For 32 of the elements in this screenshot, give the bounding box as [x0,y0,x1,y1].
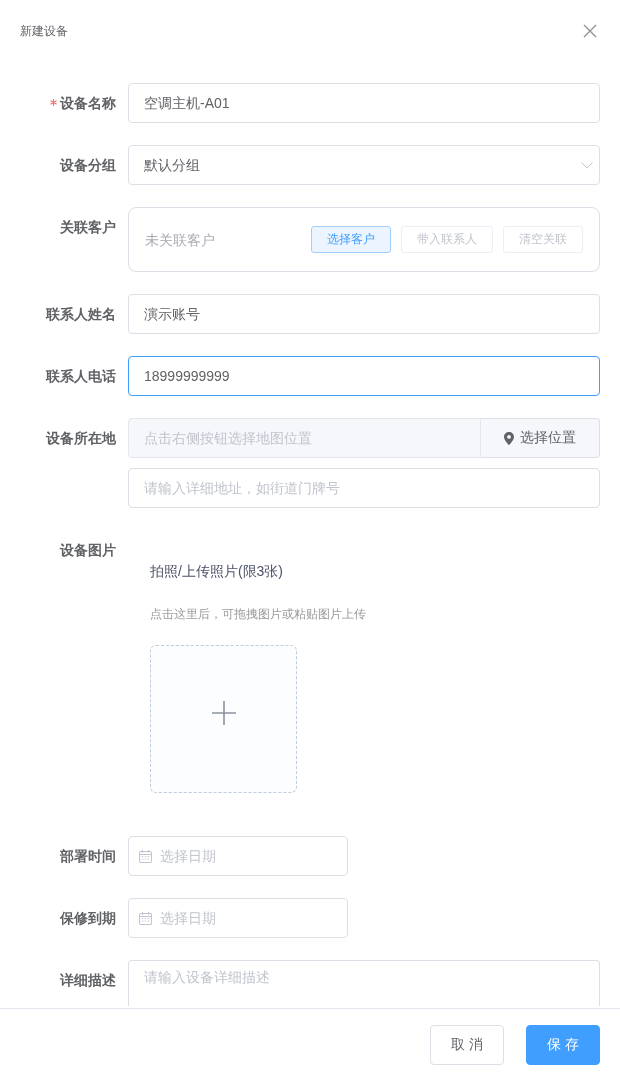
plus-icon [211,701,236,725]
field-label: 联系人姓名 [46,305,116,324]
date-picker-field[interactable]: 选择日期 [128,836,348,876]
upload-title: 拍照/上传照片(限3张) [150,562,283,581]
customer-status: 未关联客户 [145,230,216,250]
field-label: 详细描述 [60,971,116,990]
select-location-button[interactable]: 选择位置 [481,418,600,458]
calendar-icon [139,849,152,863]
field-label: 关联客户 [60,218,116,237]
customer-button[interactable]: 选择客户 [311,226,391,253]
close-icon[interactable] [583,24,597,38]
date-picker-field[interactable]: 选择日期 [128,898,348,938]
text-input[interactable]: 18999999999 [128,356,600,396]
upload-hint: 点击这里后，可拖拽图片或粘贴图片上传 [150,606,366,623]
text-input[interactable]: 演示账号 [128,294,600,334]
address-input[interactable]: 请输入详细地址，如街道门牌号 [128,468,600,508]
field-label: 设备分组 [60,156,116,175]
field-label: 设备图片 [60,541,116,560]
cancel-button[interactable]: 取 消 [430,1024,504,1065]
save-button[interactable]: 保 存 [526,1024,600,1065]
field-label: 保修到期 [60,909,116,928]
field-label: 设备名称 [60,94,116,113]
field-label: 联系人电话 [46,367,116,386]
dialog-title: 新建设备 [20,23,68,39]
field-label: 设备所在地 [46,429,116,448]
calendar-icon [139,911,152,925]
text-input[interactable]: 空调主机-A01 [128,83,600,123]
field-label: 部署时间 [60,847,116,866]
map-pin-icon [504,431,514,445]
chevron-down-icon [581,161,593,169]
select-field[interactable]: 默认分组 [128,145,600,185]
description-textarea[interactable]: 请输入设备详细描述 [128,960,600,1006]
